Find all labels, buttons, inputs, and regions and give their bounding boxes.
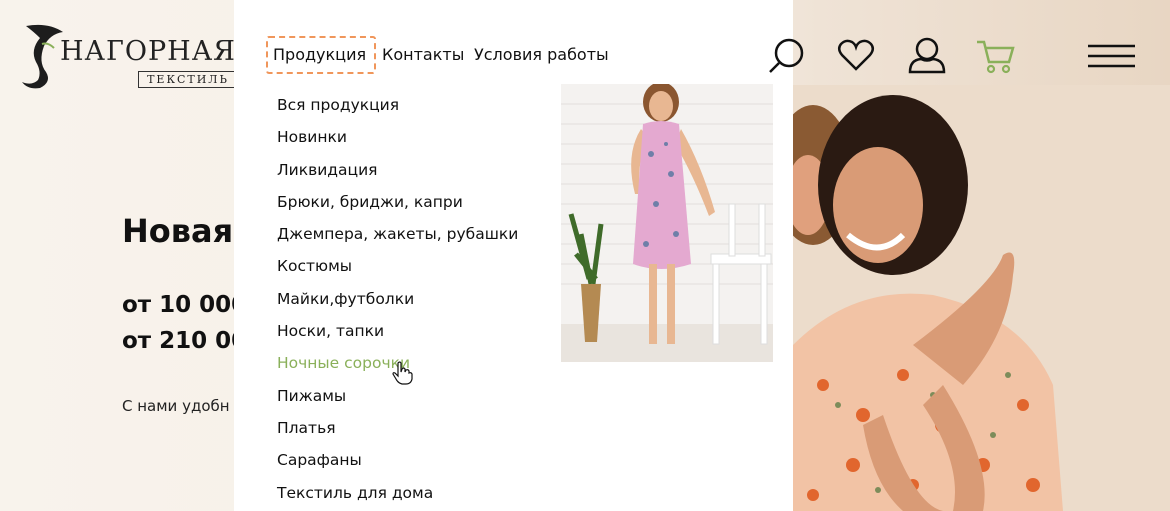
category-list: Вся продукция Новинки Ликвидация Брюки, … <box>277 95 518 511</box>
category-item[interactable]: Новинки <box>277 127 518 159</box>
category-item[interactable]: Сарафаны <box>277 450 518 482</box>
category-item[interactable]: Пижамы <box>277 386 518 418</box>
category-item[interactable]: Майки,футболки <box>277 289 518 321</box>
nav-contacts[interactable]: Контакты <box>382 45 464 64</box>
cart-icon[interactable] <box>975 38 1015 74</box>
category-item[interactable]: Носки, тапки <box>277 321 518 353</box>
category-item[interactable]: Текстиль для дома <box>277 483 518 511</box>
hand-cursor-icon <box>392 361 413 385</box>
hamburger-menu-icon[interactable] <box>1087 43 1137 69</box>
hero-caption: С нами удобн <box>122 397 230 415</box>
hero-line-1: от 10 000 <box>122 292 248 318</box>
logo-subtitle: ТЕКСТИЛЬ <box>138 71 238 88</box>
user-icon[interactable] <box>907 36 947 74</box>
category-item[interactable]: Джемпера, жакеты, рубашки <box>277 224 518 256</box>
nav-products[interactable]: Продукция <box>273 45 366 64</box>
heart-icon[interactable] <box>837 38 875 72</box>
nav-terms[interactable]: Условия работы <box>474 45 609 64</box>
brand-logo[interactable]: НАГОРНАЯ ТЕКСТИЛЬ <box>18 22 240 90</box>
hero-title: Новая <box>122 212 234 250</box>
category-preview-image[interactable] <box>561 84 773 362</box>
search-icon[interactable] <box>767 35 807 75</box>
category-item[interactable]: Костюмы <box>277 256 518 288</box>
category-item[interactable]: Платья <box>277 418 518 450</box>
category-item[interactable]: Вся продукция <box>277 95 518 127</box>
category-item[interactable]: Брюки, бриджи, капри <box>277 192 518 224</box>
logo-name: НАГОРНАЯ <box>60 36 236 67</box>
hero-line-2: от 210 00 <box>122 328 248 354</box>
category-item[interactable]: Ликвидация <box>277 160 518 192</box>
hero-photo <box>793 85 1170 511</box>
